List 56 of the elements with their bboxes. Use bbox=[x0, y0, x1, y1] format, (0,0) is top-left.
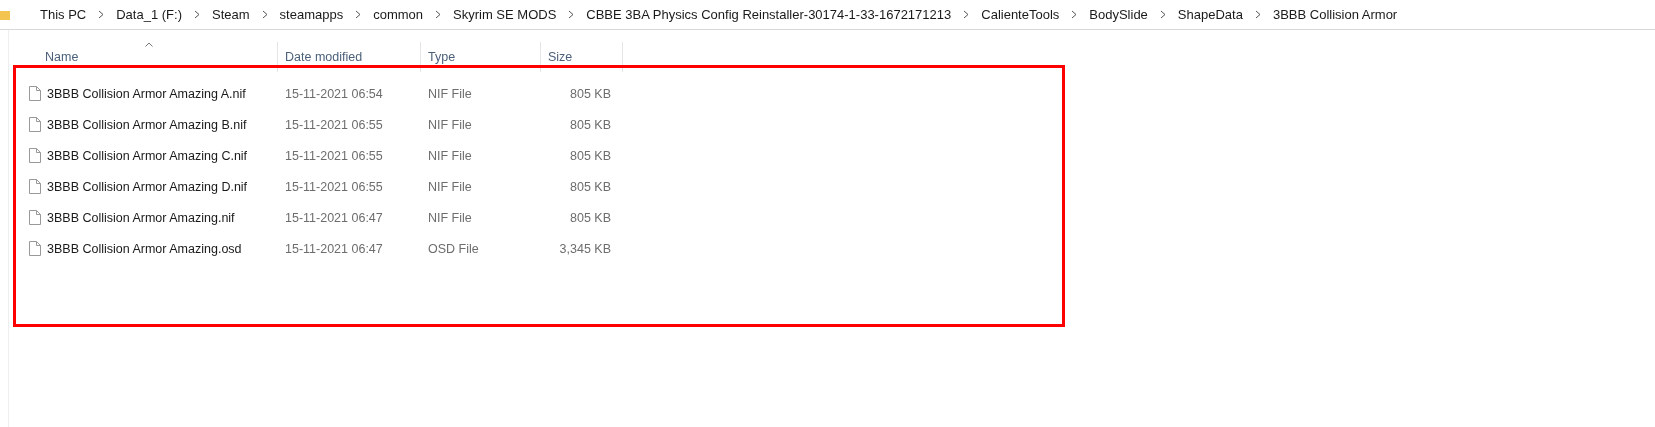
chevron-icon bbox=[435, 10, 441, 19]
size-cell-text: 805 KB bbox=[569, 210, 612, 225]
size-cell-text: 3,345 KB bbox=[558, 241, 612, 256]
date-cell-text: 15-11-2021 06:47 bbox=[284, 210, 384, 225]
breadcrumb-item[interactable]: Data_1 (F:) bbox=[108, 7, 190, 22]
file-icon bbox=[29, 210, 41, 225]
size-cell-text: 805 KB bbox=[569, 148, 612, 163]
breadcrumb-item[interactable]: ShapeData bbox=[1169, 7, 1251, 22]
chevron-icon bbox=[261, 10, 268, 19]
date-cell-text: 15-11-2021 06:54 bbox=[284, 86, 384, 101]
file-name[interactable]: 3BBB Collision Armor Amazing C.nif bbox=[25, 148, 278, 163]
file-icon bbox=[29, 179, 41, 194]
file-icon bbox=[29, 117, 41, 132]
date-cell-text: 15-11-2021 06:55 bbox=[284, 117, 384, 132]
file-icon bbox=[29, 86, 41, 101]
chevron-icon bbox=[1071, 10, 1078, 19]
file-name[interactable]: 3BBB Collision Armor Amazing B.nif bbox=[25, 117, 278, 132]
breadcrumb-item[interactable]: steamapps bbox=[271, 7, 352, 22]
chevron-icon bbox=[963, 10, 970, 19]
chevron-icon bbox=[194, 10, 200, 19]
breadcrumb-item[interactable]: 3BBB Collision Armor bbox=[1264, 7, 1406, 22]
type-cell-text: NIF File bbox=[427, 210, 473, 225]
column-header[interactable]: Type bbox=[421, 42, 541, 72]
file-icon bbox=[29, 241, 41, 256]
type-cell-text: NIF File bbox=[427, 148, 473, 163]
type-cell-text: NIF File bbox=[427, 117, 473, 132]
size-cell-text: 805 KB bbox=[569, 117, 612, 132]
chevron-icon bbox=[1254, 10, 1261, 19]
date-cell-text: 15-11-2021 06:55 bbox=[284, 179, 384, 194]
folder-icon bbox=[0, 8, 10, 21]
column-header[interactable]: Name bbox=[25, 42, 278, 72]
column-header[interactable]: Date modified bbox=[278, 42, 421, 72]
breadcrumb-item[interactable]: CalienteTools bbox=[973, 7, 1068, 22]
size-cell-text: 805 KB bbox=[569, 86, 612, 101]
chevron-icon bbox=[98, 10, 105, 19]
chevron-icon bbox=[355, 10, 362, 19]
breadcrumb-item[interactable]: Skyrim SE MODS bbox=[445, 7, 565, 22]
file-name[interactable]: 3BBB Collision Armor Amazing.osd bbox=[25, 241, 278, 256]
size-cell-text: 805 KB bbox=[569, 179, 612, 194]
file-name[interactable]: 3BBB Collision Armor Amazing D.nif bbox=[25, 179, 278, 194]
chevron-icon bbox=[1159, 10, 1166, 19]
date-cell-text: 15-11-2021 06:55 bbox=[284, 148, 384, 163]
column-header[interactable]: Size bbox=[541, 42, 623, 72]
breadcrumb-item[interactable]: common bbox=[365, 7, 431, 22]
breadcrumb-item[interactable]: BodySlide bbox=[1081, 7, 1156, 22]
breadcrumb-item[interactable]: This PC bbox=[32, 7, 95, 22]
date-cell-text: 15-11-2021 06:47 bbox=[284, 241, 384, 256]
file-icon bbox=[29, 148, 41, 163]
breadcrumb-item[interactable]: CBBE 3BA Physics Config Reinstaller-30174-1-33-1672171213 bbox=[578, 7, 960, 22]
type-cell-text: NIF File bbox=[427, 86, 473, 101]
chevron-icon bbox=[568, 10, 575, 19]
breadcrumb-item[interactable]: Steam bbox=[204, 7, 258, 22]
type-cell-text: OSD File bbox=[427, 241, 480, 256]
file-name[interactable]: 3BBB Collision Armor Amazing.nif bbox=[25, 210, 278, 225]
file-name[interactable]: 3BBB Collision Armor Amazing A.nif bbox=[25, 86, 278, 101]
type-cell-text: NIF File bbox=[427, 179, 473, 194]
